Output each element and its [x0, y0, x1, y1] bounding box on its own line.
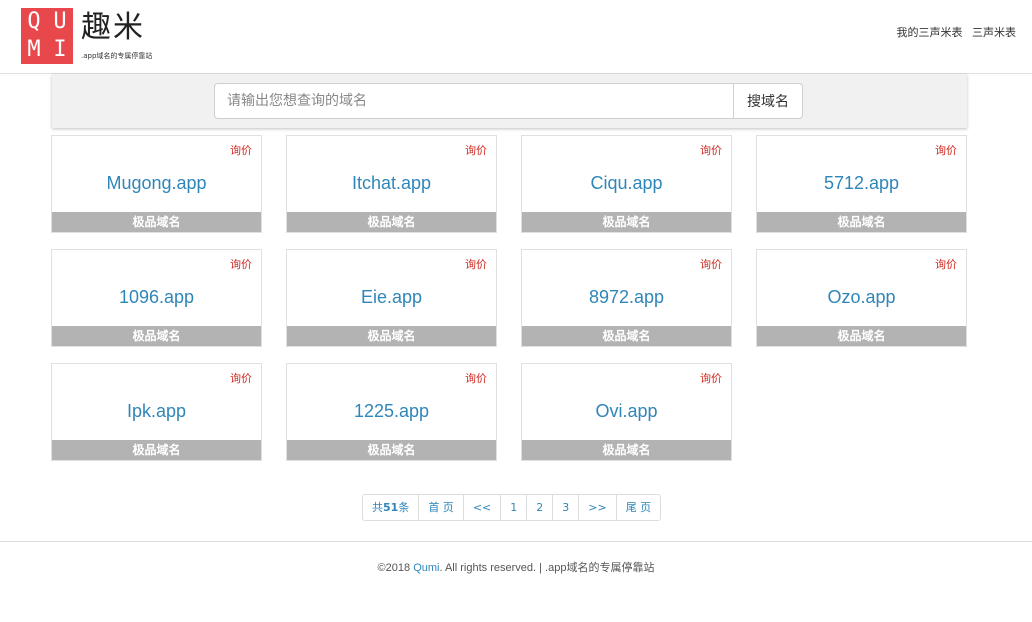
pagination: 共51条 首 页 << 1 2 3 >> 尾 页 — [362, 494, 662, 521]
domain-name[interactable]: Eie.app — [287, 287, 496, 308]
last-page-link[interactable]: 尾 页 — [617, 495, 661, 520]
premium-tag: 极品域名 — [52, 326, 261, 346]
inquiry-link[interactable]: 询价 — [700, 256, 722, 272]
top-nav: 我的三声米表 三声米表 — [891, 24, 1017, 40]
nav-market[interactable]: 三声米表 — [972, 26, 1016, 39]
inquiry-link[interactable]: 询价 — [230, 142, 252, 158]
search-input[interactable] — [214, 83, 733, 119]
domain-name[interactable]: Ovi.app — [522, 401, 731, 422]
first-page-link[interactable]: 首 页 — [419, 495, 464, 520]
domain-card[interactable]: 询价 8972.app 极品域名 — [521, 249, 732, 347]
inquiry-link[interactable]: 询价 — [700, 370, 722, 386]
logo-letter: Q — [27, 9, 41, 34]
domain-name[interactable]: Ciqu.app — [522, 173, 731, 194]
domain-card[interactable]: 询价 Eie.app 极品域名 — [286, 249, 497, 347]
premium-tag: 极品域名 — [522, 440, 731, 460]
premium-tag: 极品域名 — [522, 326, 731, 346]
next-page-link[interactable]: >> — [579, 495, 617, 520]
domain-card[interactable]: 询价 Itchat.app 极品域名 — [286, 135, 497, 233]
inquiry-link[interactable]: 询价 — [230, 370, 252, 386]
site-header: Q U M I 趣米 .app域名的专属停靠站 我的三声米表 三声米表 — [0, 0, 1032, 74]
domain-card[interactable]: 询价 1096.app 极品域名 — [51, 249, 262, 347]
premium-tag: 极品域名 — [757, 212, 966, 232]
logo-letter: I — [53, 37, 67, 62]
page-link-1[interactable]: 1 — [501, 495, 528, 520]
total-count: 共51条 — [363, 495, 420, 520]
domain-card[interactable]: 询价 Ozo.app 极品域名 — [756, 249, 967, 347]
search-button[interactable]: 搜域名 — [733, 83, 803, 119]
copyright-text: ©2018 — [377, 562, 414, 574]
footer-brand-link[interactable]: Qumi — [413, 562, 439, 574]
domain-name[interactable]: 1096.app — [52, 287, 261, 308]
logo-letter: U — [53, 9, 67, 34]
logo-title: 趣米 — [81, 10, 145, 45]
prev-page-link[interactable]: << — [464, 495, 502, 520]
page-link-2[interactable]: 2 — [527, 495, 554, 520]
total-number: 51 — [383, 501, 399, 514]
footer-divider — [0, 541, 1032, 542]
inquiry-link[interactable]: 询价 — [465, 142, 487, 158]
domain-name[interactable]: Itchat.app — [287, 173, 496, 194]
domain-card[interactable]: 询价 Ipk.app 极品域名 — [51, 363, 262, 461]
domain-name[interactable]: 1225.app — [287, 401, 496, 422]
inquiry-link[interactable]: 询价 — [465, 256, 487, 272]
inquiry-link[interactable]: 询价 — [935, 256, 957, 272]
domain-card[interactable]: 询价 Ciqu.app 极品域名 — [521, 135, 732, 233]
premium-tag: 极品域名 — [52, 440, 261, 460]
domain-card[interactable]: 询价 Ovi.app 极品域名 — [521, 363, 732, 461]
premium-tag: 极品域名 — [287, 212, 496, 232]
domain-card[interactable]: 询价 5712.app 极品域名 — [756, 135, 967, 233]
domain-card[interactable]: 询价 1225.app 极品域名 — [286, 363, 497, 461]
inquiry-link[interactable]: 询价 — [700, 142, 722, 158]
logo-text: 趣米 .app域名的专属停靠站 — [81, 8, 152, 61]
total-suffix: 条 — [398, 501, 410, 514]
total-prefix: 共 — [372, 501, 383, 514]
domain-name[interactable]: Mugong.app — [52, 173, 261, 194]
domain-name[interactable]: Ozo.app — [757, 287, 966, 308]
inquiry-link[interactable]: 询价 — [935, 142, 957, 158]
site-footer: ©2018 Qumi. All rights reserved. | .app域… — [0, 559, 1032, 575]
logo-mark: Q U M I — [21, 8, 73, 64]
domain-name[interactable]: 5712.app — [757, 173, 966, 194]
premium-tag: 极品域名 — [757, 326, 966, 346]
premium-tag: 极品域名 — [522, 212, 731, 232]
premium-tag: 极品域名 — [287, 326, 496, 346]
inquiry-link[interactable]: 询价 — [465, 370, 487, 386]
domain-name[interactable]: Ipk.app — [52, 401, 261, 422]
inquiry-link[interactable]: 询价 — [230, 256, 252, 272]
domain-card[interactable]: 询价 Mugong.app 极品域名 — [51, 135, 262, 233]
nav-my-market[interactable]: 我的三声米表 — [897, 26, 963, 39]
logo-tagline: .app域名的专属停靠站 — [81, 52, 153, 60]
premium-tag: 极品域名 — [52, 212, 261, 232]
search-bar: 搜域名 — [52, 74, 967, 128]
site-logo[interactable]: Q U M I 趣米 .app域名的专属停靠站 — [21, 8, 152, 64]
premium-tag: 极品域名 — [287, 440, 496, 460]
domain-name[interactable]: 8972.app — [522, 287, 731, 308]
logo-letter: M — [27, 37, 41, 62]
page-link-3[interactable]: 3 — [553, 495, 580, 520]
rights-text: . All rights reserved. | .app域名的专属停靠站 — [439, 562, 655, 574]
